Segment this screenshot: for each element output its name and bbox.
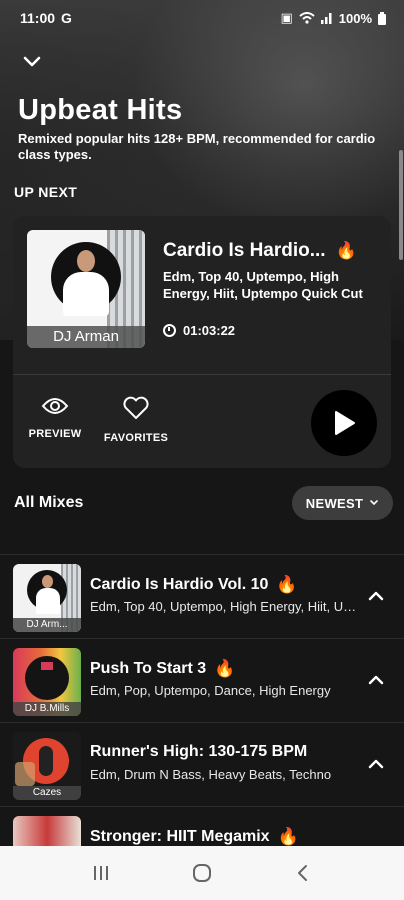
back-button[interactable] xyxy=(288,861,318,885)
mix-tags: Edm, Pop, Uptempo, Dance, High Energy xyxy=(90,683,331,698)
card-divider xyxy=(13,374,391,375)
mix-cover-image: DJ B.Mills xyxy=(13,648,81,716)
mix-cover-image: Cazes xyxy=(13,732,81,800)
dj-figure-head xyxy=(77,250,95,272)
recent-apps-icon xyxy=(93,866,108,880)
wifi-icon xyxy=(299,12,315,24)
status-bar: 11:00 G ▣ 100% xyxy=(0,0,404,36)
up-next-title-text: Cardio Is Hardio... xyxy=(163,240,326,261)
signal-icon xyxy=(320,13,332,24)
up-next-duration: 01:03:22 xyxy=(163,323,235,338)
favorites-label: FAVORITES xyxy=(103,432,169,444)
chevron-down-icon xyxy=(370,500,379,506)
up-next-tags: Edm, Top 40, Uptempo, High Energy, Hiit,… xyxy=(163,269,363,301)
up-next-card[interactable]: DJ Arman Cardio Is Hardio... 🔥 Edm, Top … xyxy=(13,216,391,468)
mix-tags: Edm, Drum N Bass, Heavy Beats, Techno xyxy=(90,767,332,782)
up-next-label: UP NEXT xyxy=(14,184,78,200)
play-button[interactable] xyxy=(311,390,377,456)
up-next-cover-image: DJ Arman xyxy=(27,230,145,348)
save-icon: ▣ xyxy=(280,10,293,26)
chevron-down-icon[interactable] xyxy=(20,52,44,72)
flame-icon: 🔥 xyxy=(276,575,298,595)
mix-title: Stronger: HIIT Megamix 🔥 xyxy=(90,827,299,847)
mix-title-text: Push To Start 3 xyxy=(90,660,207,677)
mix-title: Runner's High: 130-175 BPM xyxy=(90,743,307,761)
battery-percent: 100% xyxy=(338,10,372,26)
list-item[interactable]: Cazes Runner's High: 130-175 BPM Edm, Dr… xyxy=(0,722,404,806)
chevron-up-icon[interactable] xyxy=(366,673,386,687)
mix-dj-label: Cazes xyxy=(13,786,81,800)
flame-icon: 🔥 xyxy=(277,827,299,847)
preview-button[interactable]: PREVIEW xyxy=(27,396,83,440)
sort-label: NEWEST xyxy=(305,495,364,511)
page-title: Upbeat Hits xyxy=(18,94,183,126)
list-item[interactable]: DJ B.Mills Push To Start 3 🔥 Edm, Pop, U… xyxy=(0,638,404,722)
sort-dropdown[interactable]: NEWEST xyxy=(292,486,393,520)
chevron-up-icon[interactable] xyxy=(366,757,386,771)
favorites-button[interactable]: FAVORITES xyxy=(103,396,169,444)
duration-text: 01:03:22 xyxy=(183,323,236,338)
up-next-title: Cardio Is Hardio... 🔥 xyxy=(163,240,357,262)
all-mixes-label: All Mixes xyxy=(14,494,84,511)
recent-apps-button[interactable] xyxy=(86,861,116,885)
google-icon: G xyxy=(61,10,72,26)
mix-tags: Edm, Top 40, Uptempo, High Energy, Hiit,… xyxy=(90,599,358,614)
mix-title: Cardio Is Hardio Vol. 10 🔥 xyxy=(90,575,298,595)
mix-dj-label: DJ Arm... xyxy=(13,618,81,632)
scroll-indicator[interactable] xyxy=(399,150,403,260)
flame-icon: 🔥 xyxy=(214,659,236,679)
mix-list: DJ Arm... Cardio Is Hardio Vol. 10 🔥 Edm… xyxy=(0,554,404,890)
eye-icon xyxy=(41,398,69,414)
home-button[interactable] xyxy=(187,861,217,885)
mix-title: Push To Start 3 🔥 xyxy=(90,659,235,679)
page-subtitle: Remixed popular hits 128+ BPM, recommend… xyxy=(18,131,376,162)
chevron-up-icon[interactable] xyxy=(366,589,386,603)
dj-figure-body xyxy=(63,272,109,316)
system-nav-bar xyxy=(0,846,404,900)
home-icon xyxy=(192,864,211,882)
preview-label: PREVIEW xyxy=(28,428,82,440)
flame-icon: 🔥 xyxy=(335,241,357,261)
clock-icon xyxy=(163,324,176,337)
mix-title-text: Cardio Is Hardio Vol. 10 xyxy=(90,576,269,593)
list-item[interactable]: DJ Arm... Cardio Is Hardio Vol. 10 🔥 Edm… xyxy=(0,554,404,638)
heart-icon xyxy=(123,396,149,419)
play-icon xyxy=(335,411,355,435)
back-icon xyxy=(298,865,308,881)
mix-dj-label: DJ B.Mills xyxy=(13,702,81,716)
mix-title-text: Stronger: HIIT Megamix xyxy=(90,828,270,845)
status-time: 11:00 xyxy=(20,10,56,26)
dj-name-label: DJ Arman xyxy=(27,326,145,348)
battery-icon xyxy=(378,11,386,25)
mix-title-text: Runner's High: 130-175 BPM xyxy=(90,743,308,760)
mix-cover-image: DJ Arm... xyxy=(13,564,81,632)
